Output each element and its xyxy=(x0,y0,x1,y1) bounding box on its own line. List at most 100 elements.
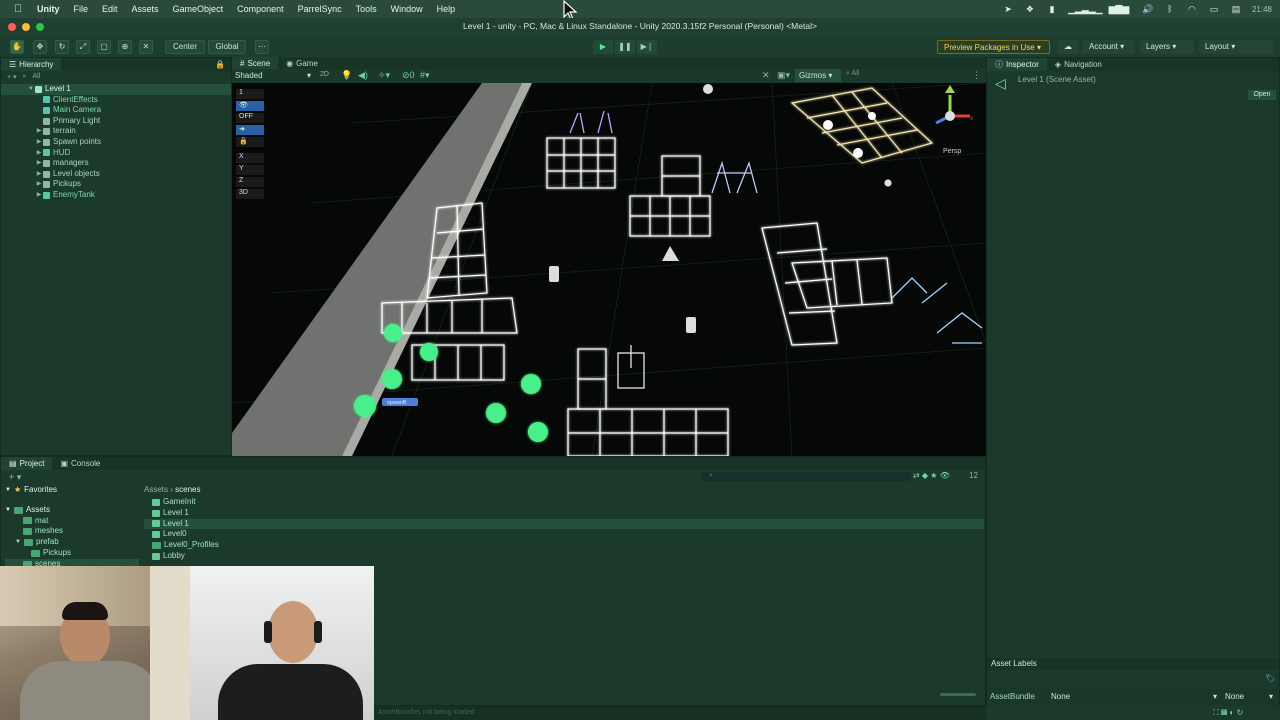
tree-prefab[interactable]: ▼ prefab xyxy=(5,537,139,548)
asset-labels-header[interactable]: Asset Labels xyxy=(987,658,1279,670)
hierarchy-item-level1[interactable]: ▼ Level 1 xyxy=(1,84,231,95)
overlay-y[interactable]: Y xyxy=(236,165,264,175)
expand-arrow-icon[interactable]: ▶ xyxy=(35,158,43,169)
expand-arrow-icon[interactable]: ▶ xyxy=(35,137,43,148)
tab-console[interactable]: ▣ Console xyxy=(52,457,108,470)
overlay-visibility-icon[interactable]: 👁 xyxy=(236,101,264,111)
transform-tool-icon[interactable]: ⊕ xyxy=(118,40,132,54)
scene-viewport[interactable]: spawnB x Persp 1 👁 OFF ➜ 🔒 X Y Z 3D xyxy=(232,83,986,456)
project-search-input[interactable]: ⌕ xyxy=(701,472,911,481)
account-dropdown[interactable]: Account ▾ xyxy=(1083,40,1135,54)
cloud-icon[interactable]: ☁ xyxy=(1057,40,1079,54)
expand-arrow-icon[interactable]: ▶ xyxy=(35,126,43,137)
custom-tool-icon[interactable]: ✕ xyxy=(139,40,153,54)
volume-icon[interactable]: 🔊 xyxy=(1142,4,1154,14)
preview-packages-dropdown[interactable]: Preview Packages in Use ▾ xyxy=(937,40,1050,54)
tag-icon[interactable]: 🏷 xyxy=(1265,674,1275,683)
hierarchy-item-enemytank[interactable]: ▶ EnemyTank xyxy=(1,190,231,201)
bluetooth-icon[interactable]: ᛒ xyxy=(1164,4,1176,14)
list-item[interactable]: GameInit xyxy=(144,497,984,508)
hand-tool-icon[interactable]: ✋ xyxy=(10,40,24,54)
play-button[interactable]: ▶ xyxy=(593,40,613,54)
grid-snap-icon[interactable]: ⋯ xyxy=(255,40,269,54)
move-tool-icon[interactable]: ✥ xyxy=(33,40,47,54)
pause-button[interactable]: ❚❚ xyxy=(615,40,635,54)
menu-assets[interactable]: Assets xyxy=(125,0,166,18)
hierarchy-item-level-objects[interactable]: ▶ Level objects xyxy=(1,169,231,180)
menu-edit[interactable]: Edit xyxy=(95,0,125,18)
variant-dropdown[interactable]: None ▾ xyxy=(1225,692,1273,701)
open-button[interactable]: Open xyxy=(1248,90,1276,100)
tree-pickups[interactable]: Pickups xyxy=(5,548,139,559)
hierarchy-item-hud[interactable]: ▶ HUD xyxy=(1,148,231,159)
overlay-lock-icon[interactable]: 🔒 xyxy=(236,137,264,147)
menu-tools[interactable]: Tools xyxy=(349,0,384,18)
hierarchy-item-terrain[interactable]: ▶ terrain xyxy=(1,126,231,137)
lighting-toggle-icon[interactable]: 💡 xyxy=(341,70,352,81)
step-button[interactable]: ▶❘ xyxy=(637,40,657,54)
menu-app[interactable]: Unity xyxy=(30,0,67,18)
expand-arrow-icon[interactable]: ▶ xyxy=(35,179,43,190)
grid-toggle-icon[interactable]: #▾ xyxy=(420,70,430,81)
project-create-icon[interactable]: + ▾ xyxy=(9,472,21,483)
menu-window[interactable]: Window xyxy=(384,0,430,18)
menu-parrelsync[interactable]: ParrelSync xyxy=(291,0,349,18)
zoom-slider[interactable] xyxy=(940,693,976,696)
layers-dropdown[interactable]: Layers ▾ xyxy=(1140,40,1194,54)
global-space-button[interactable]: Global xyxy=(208,40,246,54)
tab-project[interactable]: ▤ Project xyxy=(1,457,53,470)
list-item[interactable]: Lobby xyxy=(144,551,984,562)
assetbundle-dropdown[interactable]: None ▾ xyxy=(1051,692,1217,701)
overlay-off[interactable]: OFF xyxy=(236,113,264,123)
location-icon[interactable]: ➤ xyxy=(1002,4,1014,14)
hierarchy-item-managers[interactable]: ▶ managers xyxy=(1,158,231,169)
breadcrumb-scenes[interactable]: scenes xyxy=(175,485,200,494)
hierarchy-item-primary-light[interactable]: Primary Light xyxy=(1,116,231,127)
pivot-center-button[interactable]: Center xyxy=(165,40,205,54)
favorites-item[interactable]: ▼ ★ Favorites xyxy=(5,485,139,496)
list-item[interactable]: Level 1 xyxy=(144,508,984,519)
list-item[interactable]: Level0 xyxy=(144,529,984,540)
overlay-arrow-icon[interactable]: ➜ xyxy=(236,125,264,135)
rotate-tool-icon[interactable]: ↻ xyxy=(55,40,69,54)
overlay-1[interactable]: 1 xyxy=(236,89,264,99)
wifi-icon[interactable]: ◠ xyxy=(1186,4,1198,14)
expand-arrow-icon[interactable]: ▶ xyxy=(35,190,43,201)
layout-dropdown[interactable]: Layout ▾ xyxy=(1199,40,1273,54)
tab-inspector[interactable]: ⓘ Inspector xyxy=(987,58,1047,71)
sidebar-icon[interactable]: ▮ xyxy=(1046,4,1058,14)
list-item[interactable]: Level 1 xyxy=(144,518,984,530)
cpu-graph-icon[interactable]: ▁▂▃▂▁ xyxy=(1068,4,1103,14)
hierarchy-item-main-camera[interactable]: Main Camera xyxy=(1,105,231,116)
gizmos-dropdown[interactable]: Gizmos ▾ xyxy=(795,69,841,82)
breadcrumb-assets[interactable]: Assets xyxy=(144,485,168,494)
hierarchy-item-spawn-points[interactable]: ▶ Spawn points xyxy=(1,137,231,148)
menu-file[interactable]: File xyxy=(67,0,96,18)
hierarchy-search-input[interactable]: All xyxy=(32,73,40,80)
status-icons[interactable]: ⛶ ▦ ◐ ↻ xyxy=(1213,708,1243,718)
expand-arrow-icon[interactable]: ▶ xyxy=(35,169,43,180)
tree-assets[interactable]: ▼ Assets xyxy=(5,505,139,516)
scale-tool-icon[interactable]: ⤢ xyxy=(76,40,90,54)
orientation-gizmo[interactable]: x xyxy=(935,85,973,125)
hierarchy-item-pickups[interactable]: ▶ Pickups xyxy=(1,179,231,190)
tab-navigation[interactable]: ◈ Navigation xyxy=(1047,58,1110,71)
lock-icon[interactable]: 🔒 xyxy=(215,60,225,69)
rect-tool-icon[interactable]: ▢ xyxy=(97,40,111,54)
list-item[interactable]: Level0_Profiles xyxy=(144,540,984,551)
audio-toggle-icon[interactable]: ◀) xyxy=(358,70,368,81)
overlay-3d[interactable]: 3D xyxy=(236,189,264,199)
scene-search-input[interactable]: ⌕ All xyxy=(846,70,859,78)
effects-toggle-icon[interactable]: ✧▾ xyxy=(378,70,390,81)
battery-icon[interactable]: ▭ xyxy=(1208,4,1220,14)
menu-help[interactable]: Help xyxy=(430,0,463,18)
tools-icon[interactable]: ✕ xyxy=(762,70,770,81)
tab-hierarchy[interactable]: ☰ Hierarchy xyxy=(1,58,62,71)
2d-toggle[interactable]: 2D xyxy=(320,71,329,78)
hidden-objects-icon[interactable]: ⊘0 xyxy=(402,70,415,81)
overlay-x[interactable]: X xyxy=(236,153,264,163)
overlay-z[interactable]: Z xyxy=(236,177,264,187)
hierarchy-item-clienteffects[interactable]: ClientEffects xyxy=(1,95,231,106)
expand-arrow-icon[interactable]: ▼ xyxy=(27,84,35,95)
shading-mode-dropdown[interactable]: Shaded ▾ xyxy=(235,71,311,80)
